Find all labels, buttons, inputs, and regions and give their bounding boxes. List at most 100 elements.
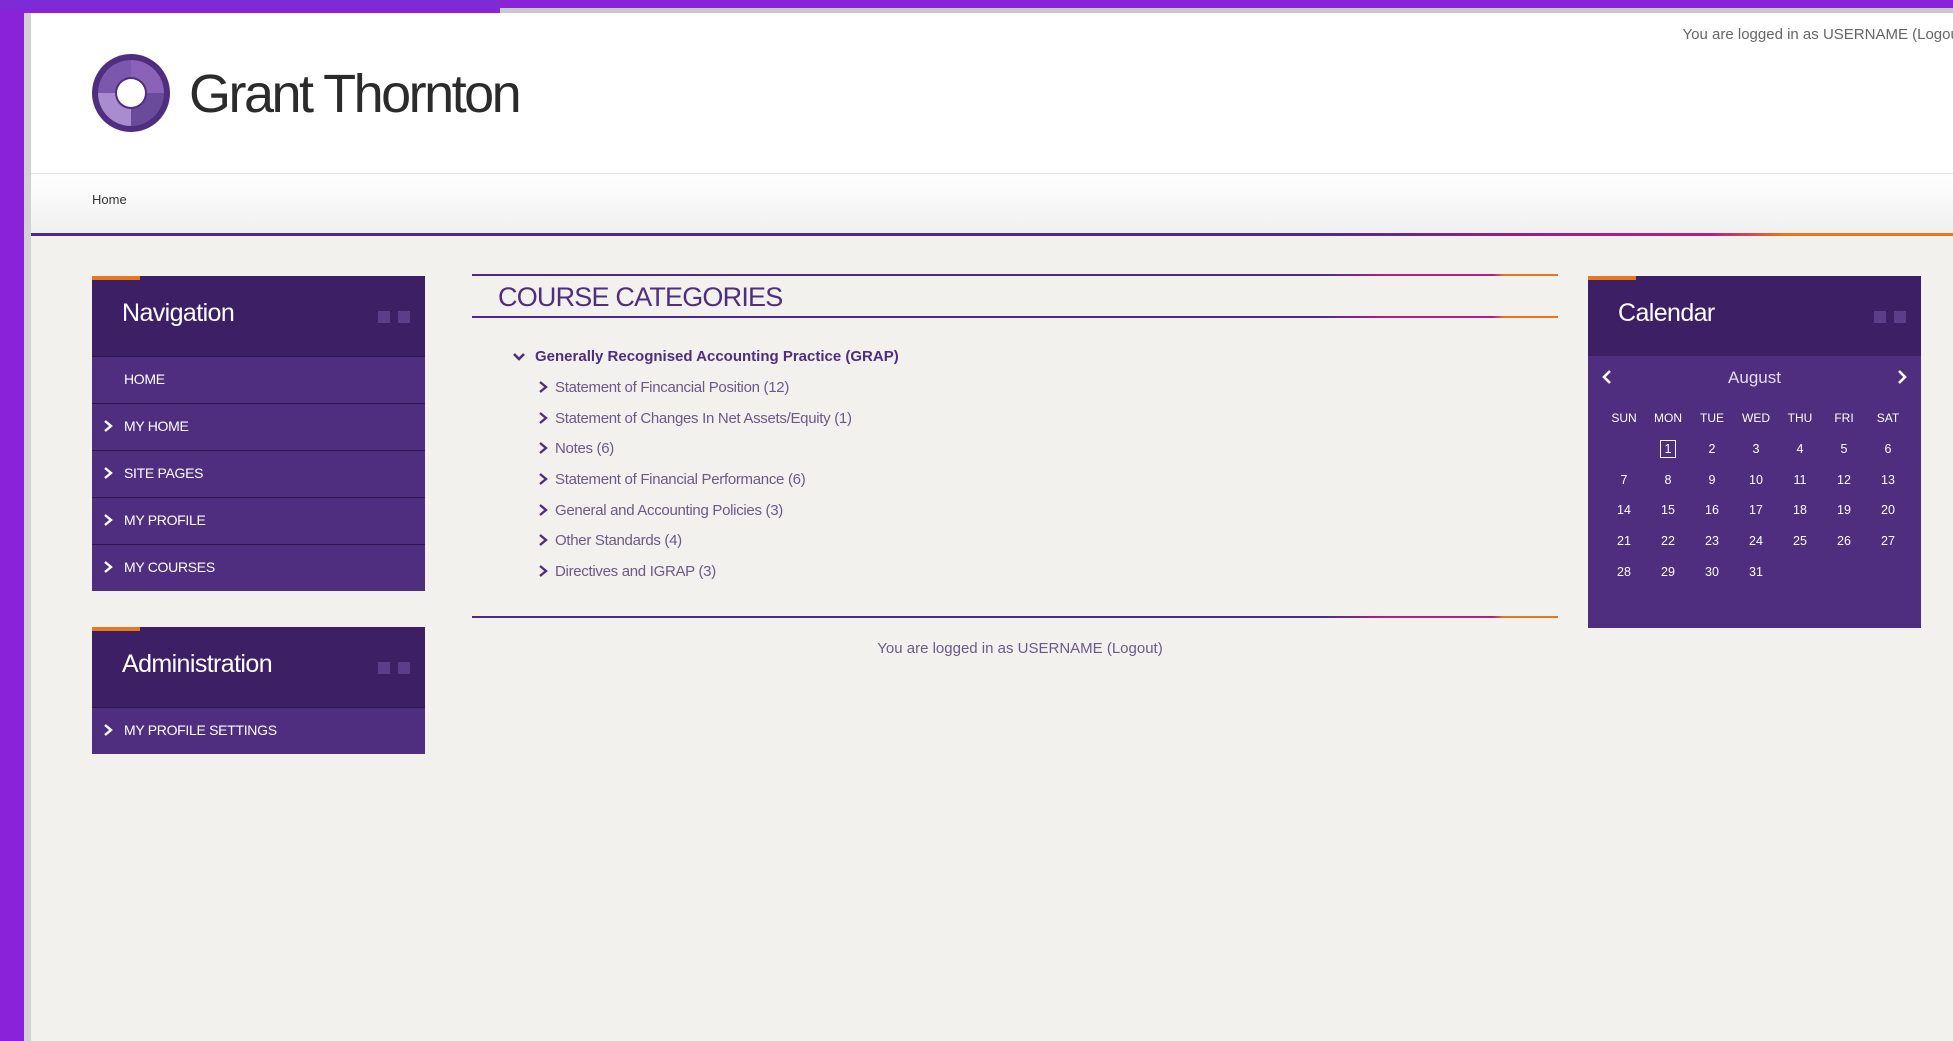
nav-item-label: MY PROFILE xyxy=(124,512,206,528)
weekday-label: WED xyxy=(1742,411,1770,425)
category-item[interactable]: Notes (6) xyxy=(538,440,1558,471)
calendar-day[interactable]: 27 xyxy=(1866,526,1910,557)
chevron-right-icon xyxy=(539,503,548,516)
navigation-block-header: Navigation xyxy=(92,276,425,356)
admin-item-label: MY PROFILE SETTINGS xyxy=(124,722,277,738)
dock-icon[interactable] xyxy=(398,311,410,323)
calendar-day[interactable]: 5 xyxy=(1822,434,1866,465)
calendar-day[interactable]: 13 xyxy=(1866,465,1910,496)
calendar-day[interactable]: 11 xyxy=(1778,465,1822,496)
calendar-week: 7 8 9 10 11 12 13 xyxy=(1602,465,1910,496)
chevron-right-icon xyxy=(539,411,548,424)
dock-icon[interactable] xyxy=(1894,311,1906,323)
calendar-day xyxy=(1822,556,1866,587)
collapse-icon[interactable] xyxy=(378,662,390,674)
chevron-right-icon xyxy=(539,565,548,578)
calendar-day[interactable]: 24 xyxy=(1734,526,1778,557)
nav-item-my-home[interactable]: MY HOME xyxy=(92,403,425,450)
chevron-right-icon xyxy=(539,473,548,485)
grant-thornton-logo-icon[interactable] xyxy=(92,54,170,132)
block-accent xyxy=(92,276,140,280)
page-title: COURSE CATEGORIES xyxy=(498,282,783,312)
calendar-day[interactable]: 9 xyxy=(1690,465,1734,496)
calendar-day[interactable]: 29 xyxy=(1646,556,1690,587)
nav-item-label: SITE PAGES xyxy=(124,465,204,481)
dock-icon[interactable] xyxy=(398,662,410,674)
calendar-day[interactable]: 6 xyxy=(1866,434,1910,465)
calendar-day[interactable]: 21 xyxy=(1602,526,1646,557)
nav-item-home[interactable]: HOME xyxy=(92,356,425,403)
category-label: Directives and IGRAP (3) xyxy=(555,563,716,581)
calendar-week: 21 22 23 24 25 26 27 xyxy=(1602,526,1910,557)
breadcrumb-home[interactable]: Home xyxy=(92,192,127,207)
calendar-day[interactable]: 3 xyxy=(1734,434,1778,465)
calendar-block: Calendar August SUN MON TUE WED THU FRI … xyxy=(1588,276,1921,628)
chevron-right-icon[interactable] xyxy=(1895,369,1909,385)
calendar-day[interactable]: 28 xyxy=(1602,556,1646,587)
weekday-label: TUE xyxy=(1700,411,1724,425)
weekday-label: FRI xyxy=(1834,411,1854,425)
chevron-right-icon xyxy=(539,534,548,547)
page-frame: Grant Thornton You are logged in as USER… xyxy=(24,13,1953,1041)
block-accent xyxy=(1588,276,1636,280)
calendar-day[interactable]: 23 xyxy=(1690,526,1734,557)
category-label: Notes (6) xyxy=(555,440,614,458)
calendar-weekday-row: SUN MON TUE WED THU FRI SAT xyxy=(1602,402,1910,434)
calendar-month: August xyxy=(1728,368,1781,387)
calendar-day[interactable]: 26 xyxy=(1822,526,1866,557)
bottom-rule xyxy=(472,616,1558,618)
calendar-day[interactable]: 19 xyxy=(1822,495,1866,526)
category-tree: Generally Recognised Accounting Practice… xyxy=(472,318,1558,616)
category-item[interactable]: Statement of Fincancial Position (12) xyxy=(538,379,1558,410)
administration-block-header: Administration xyxy=(92,627,425,707)
chevron-right-icon xyxy=(104,724,113,736)
calendar-day[interactable]: 16 xyxy=(1690,495,1734,526)
chevron-right-icon xyxy=(104,514,113,526)
calendar-day[interactable]: 17 xyxy=(1734,495,1778,526)
calendar-day[interactable]: 30 xyxy=(1690,556,1734,587)
calendar-day[interactable]: 14 xyxy=(1602,495,1646,526)
calendar-grid: SUN MON TUE WED THU FRI SAT 1 2 3 4 5 6 … xyxy=(1602,402,1910,587)
nav-item-my-courses[interactable]: MY COURSES xyxy=(92,544,425,591)
nav-item-my-profile[interactable]: MY PROFILE xyxy=(92,497,425,544)
calendar-day[interactable]: 12 xyxy=(1822,465,1866,496)
navigation-title: Navigation xyxy=(122,299,235,327)
category-item[interactable]: Statement of Financial Performance (6) xyxy=(538,471,1558,502)
chevron-right-icon xyxy=(539,442,548,455)
calendar-day[interactable]: 18 xyxy=(1778,495,1822,526)
category-parent-grap[interactable]: Generally Recognised Accounting Practice… xyxy=(512,348,1558,379)
top-accent-strip xyxy=(0,0,500,9)
calendar-day[interactable]: 22 xyxy=(1646,526,1690,557)
calendar-day[interactable]: 8 xyxy=(1646,465,1690,496)
chevron-right-icon xyxy=(104,467,113,479)
footer-login-status[interactable]: You are logged in as USERNAME (Logout) xyxy=(472,640,1558,657)
category-item[interactable]: Statement of Changes In Net Assets/Equit… xyxy=(538,410,1558,441)
admin-item-my-profile-settings[interactable]: MY PROFILE SETTINGS xyxy=(92,707,425,754)
collapse-icon[interactable] xyxy=(378,311,390,323)
calendar-day[interactable]: 20 xyxy=(1866,495,1910,526)
category-label: Generally Recognised Accounting Practice… xyxy=(535,348,899,365)
category-item[interactable]: Directives and IGRAP (3) xyxy=(538,563,1558,594)
calendar-day[interactable]: 15 xyxy=(1646,495,1690,526)
chevron-down-icon xyxy=(513,353,525,361)
calendar-week: 1 2 3 4 5 6 xyxy=(1602,434,1910,465)
category-label: General and Accounting Policies (3) xyxy=(555,501,783,519)
calendar-day[interactable]: 4 xyxy=(1778,434,1822,465)
calendar-day[interactable]: 7 xyxy=(1602,465,1646,496)
calendar-day-today[interactable]: 1 xyxy=(1646,434,1690,465)
calendar-day[interactable]: 31 xyxy=(1734,556,1778,587)
nav-item-site-pages[interactable]: SITE PAGES xyxy=(92,450,425,497)
calendar-day[interactable]: 10 xyxy=(1734,465,1778,496)
login-status[interactable]: You are logged in as USERNAME (Logout) xyxy=(1683,26,1953,43)
breadcrumb-bar: Home xyxy=(31,173,1953,236)
collapse-icon[interactable] xyxy=(1874,311,1886,323)
nav-item-label: MY COURSES xyxy=(124,559,215,575)
category-item[interactable]: General and Accounting Policies (3) xyxy=(538,502,1558,533)
navbar-accent-line xyxy=(31,233,1953,236)
weekday-label: MON xyxy=(1654,411,1682,425)
administration-block: Administration MY PROFILE SETTINGS xyxy=(92,627,425,754)
calendar-day[interactable]: 2 xyxy=(1690,434,1734,465)
category-item[interactable]: Other Standards (4) xyxy=(538,532,1558,563)
calendar-title: Calendar xyxy=(1618,299,1715,327)
calendar-day[interactable]: 25 xyxy=(1778,526,1822,557)
